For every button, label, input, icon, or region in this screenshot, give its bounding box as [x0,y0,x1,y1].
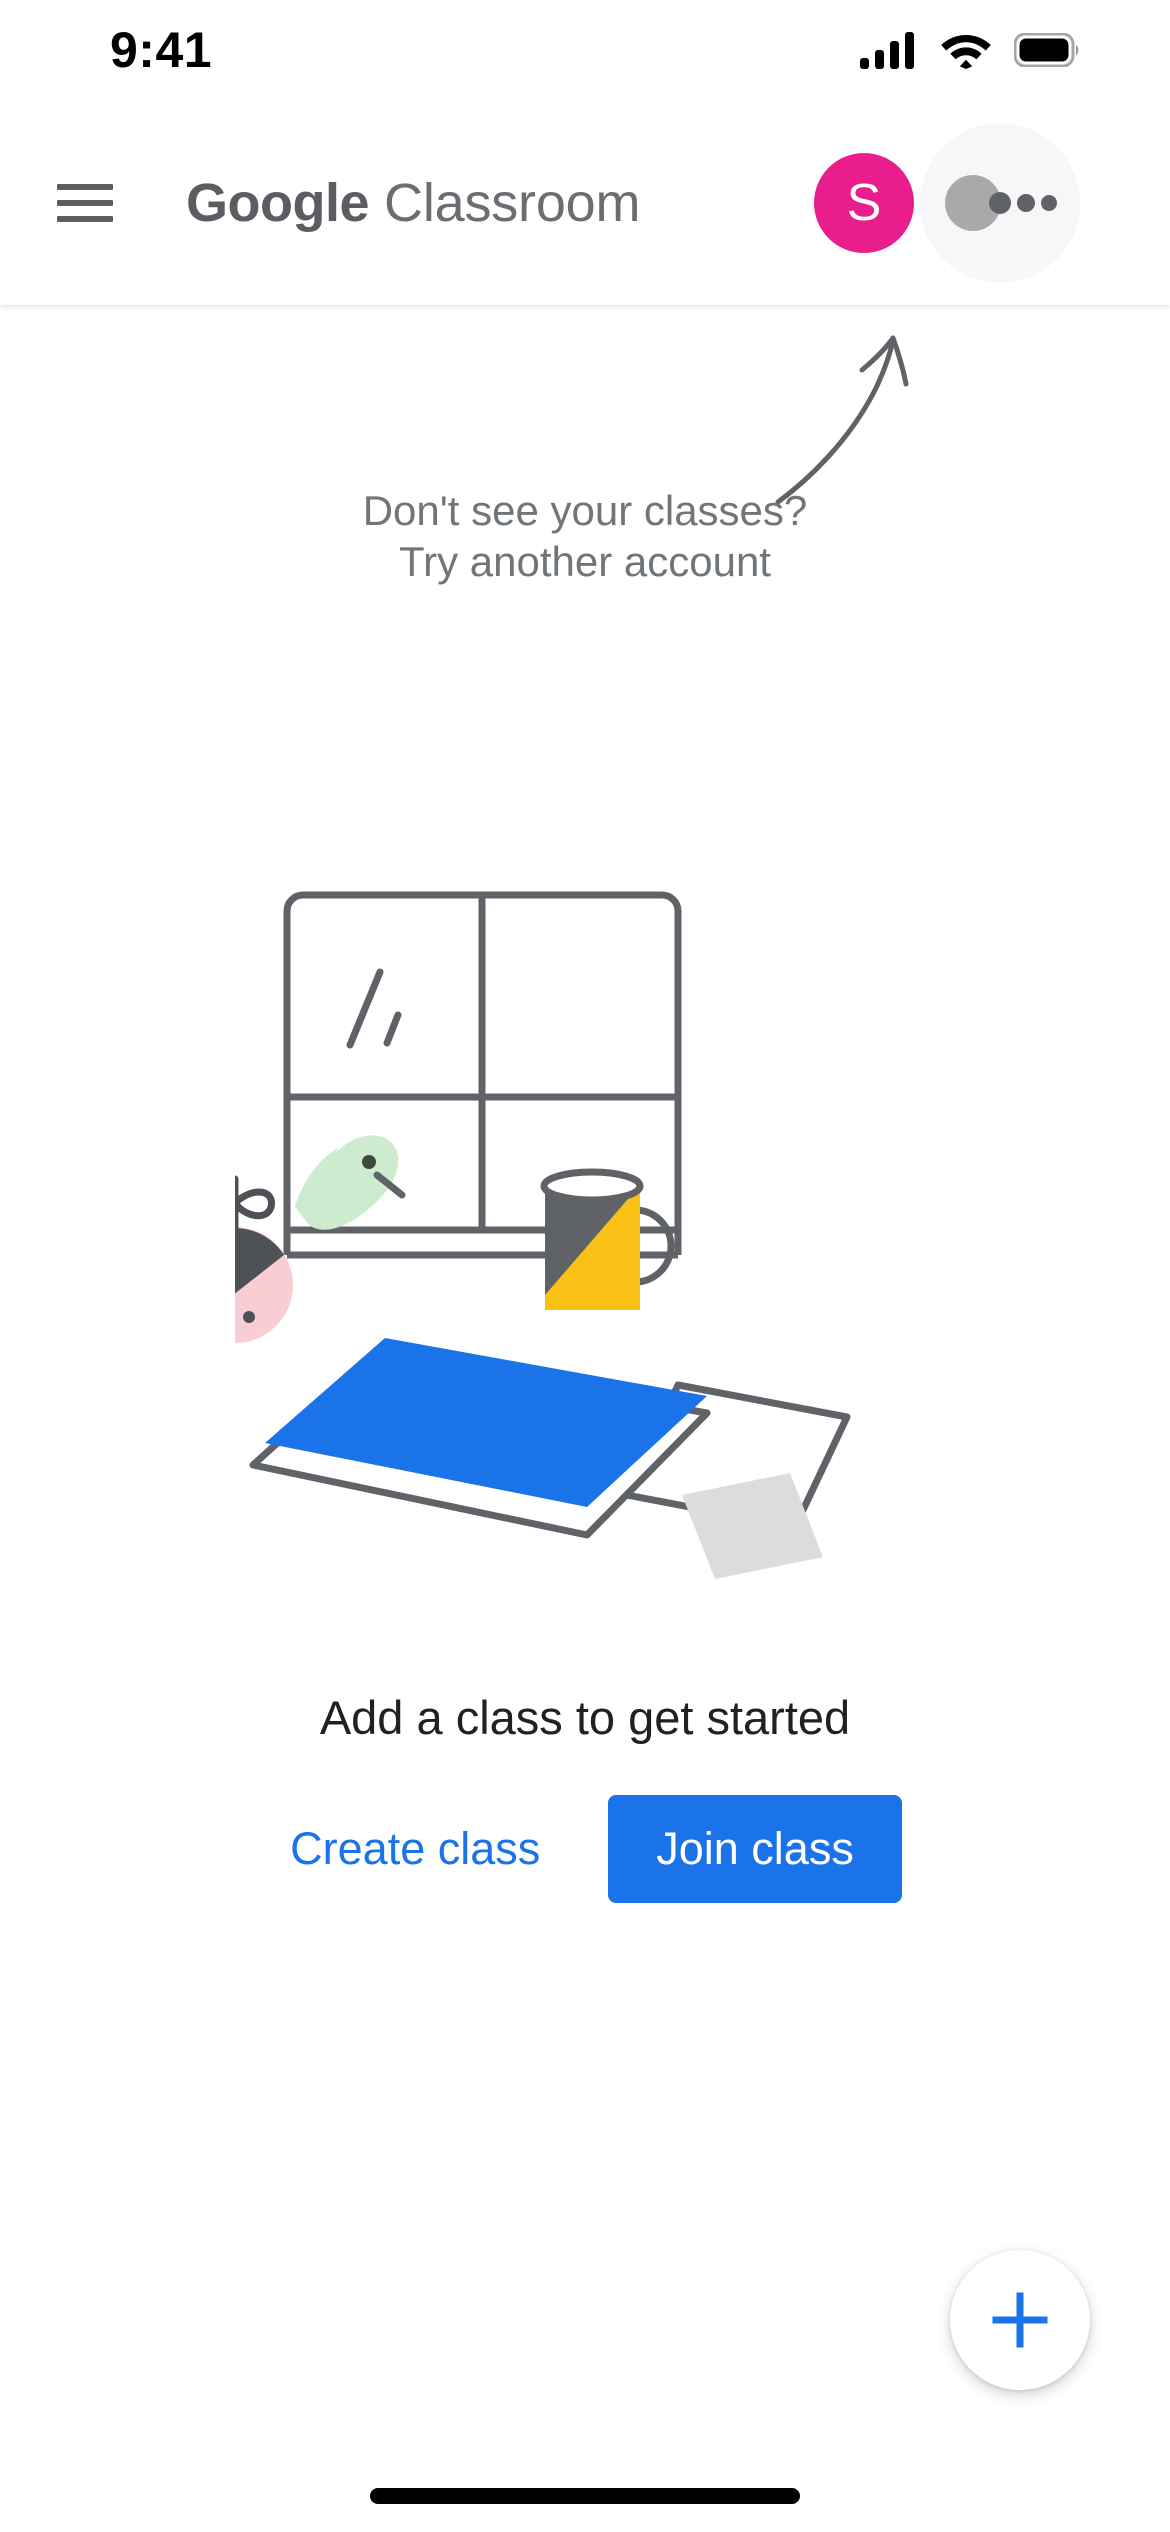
status-bar: 9:41 [0,0,1170,100]
touch-pointer-indicator [920,122,1080,283]
hint-text: Don't see your classes? Try another acco… [0,485,1170,587]
create-class-button[interactable]: Create class [268,1807,562,1891]
touch-pointer-dot [1017,193,1035,212]
hint-line-1: Don't see your classes? [362,487,808,534]
account-avatar[interactable]: S [814,152,914,253]
app-bar: Google Classroom S [0,100,1170,305]
touch-pointer-dot [1041,194,1057,211]
hamburger-menu-icon[interactable] [55,181,115,225]
wifi-icon [941,35,991,69]
app-bar-title-product: Classroom [384,172,641,233]
app-bar-title-brand: Google [186,172,370,233]
add-class-fab[interactable] [950,2250,1090,2390]
avatar-initial: S [846,173,882,232]
empty-state-title: Add a class to get started [319,1691,851,1744]
app-bar-title: Google Classroom [186,176,640,230]
hamburger-line [57,215,113,222]
hint-line-2: Try another account [399,538,771,586]
touch-pointer-dot [989,191,1011,214]
curved-arrow-up-icon [775,335,909,505]
empty-classroom-illustration [177,855,935,1645]
join-class-button[interactable]: Join class [608,1795,902,1903]
hamburger-line [57,199,113,206]
touch-pointer-dots [945,174,1057,231]
home-indicator-bar [370,2488,800,2504]
plus-icon [992,2292,1048,2348]
status-bar-clock: 9:41 [110,22,213,78]
cellular-signal-icon [860,32,914,69]
battery-icon [1014,33,1079,67]
empty-state-actions: Create class Join class [0,1795,1170,1903]
app-screen: 9:41 Google Classroom S Don't see your c… [0,0,1170,2532]
status-bar-icons [860,31,1080,69]
hamburger-line [57,183,113,190]
papers-group [249,1338,851,1579]
